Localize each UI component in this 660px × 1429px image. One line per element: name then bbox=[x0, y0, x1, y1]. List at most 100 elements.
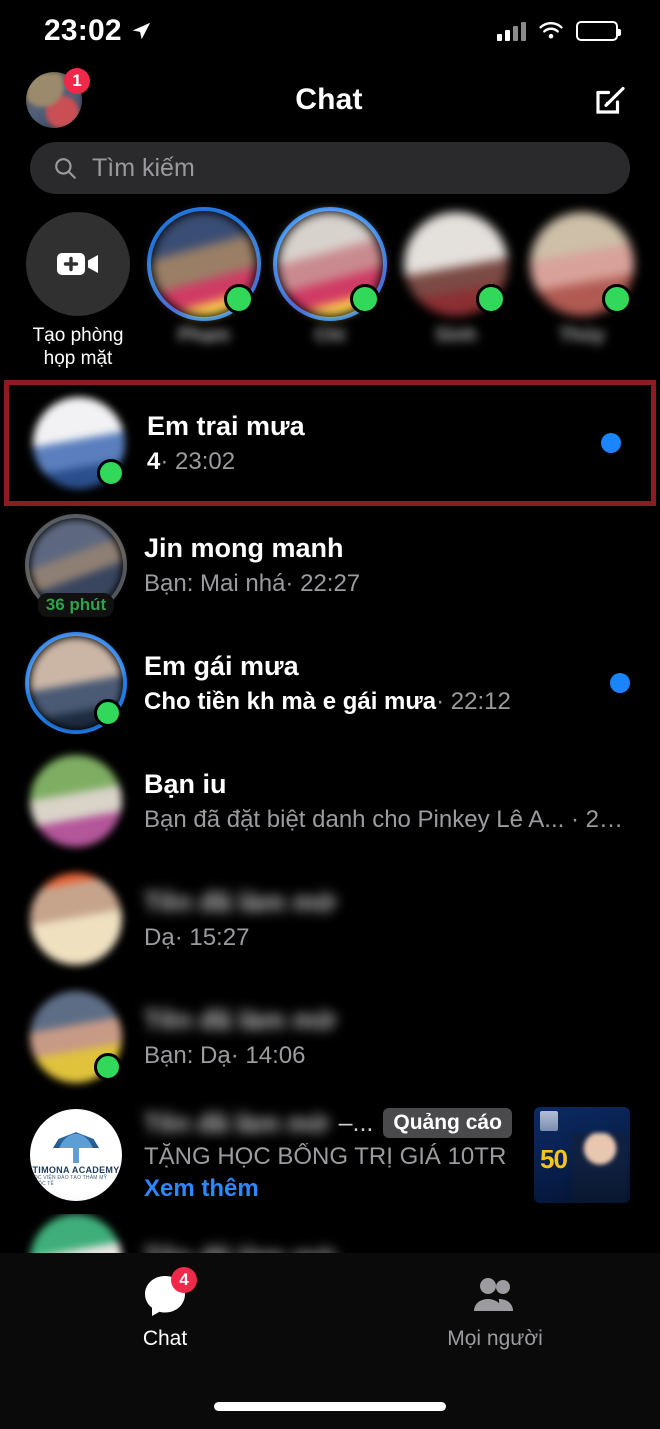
stories-row[interactable]: Tạo phòng họp mặt Phạm Chi Sinh Thủy bbox=[0, 194, 660, 380]
unread-dot bbox=[601, 433, 621, 454]
chat-preview-text: Cho tiền kh mà e gái mưa bbox=[144, 687, 437, 715]
chat-row-em-gai-mua[interactable]: Em gái mưa Cho tiền kh mà e gái mưa· 22:… bbox=[0, 624, 660, 742]
tab-people[interactable]: Mọi người bbox=[330, 1271, 660, 1351]
sponsored-cta-link[interactable]: Xem thêm bbox=[144, 1175, 512, 1203]
tab-people-label: Mọi người bbox=[447, 1327, 543, 1350]
video-plus-icon bbox=[57, 253, 98, 275]
tab-people-icon-wrap bbox=[469, 1271, 521, 1319]
home-indicator bbox=[214, 1402, 446, 1411]
thumbnail-discount-text: 50 bbox=[540, 1144, 568, 1175]
create-room-label-line2: họp mặt bbox=[43, 348, 113, 370]
online-dot bbox=[94, 699, 122, 728]
tab-chat-icon-wrap: 4 bbox=[139, 1267, 197, 1319]
chat-row-ban-iu[interactable]: Bạn iu Bạn đã đặt biệt danh cho Pinkey L… bbox=[0, 742, 660, 860]
chat-separator: · bbox=[436, 687, 445, 715]
chat-time: 22:08 bbox=[585, 805, 630, 833]
location-arrow-icon bbox=[132, 22, 150, 40]
chat-avatar bbox=[30, 873, 122, 966]
tab-chat[interactable]: 4 Chat bbox=[0, 1267, 330, 1351]
chat-separator: · bbox=[160, 447, 169, 475]
advertiser-logo-subtitle: HỌC VIỆN ĐÀO TẠO THẨM MỸ QUỐC TẾ bbox=[30, 1175, 108, 1188]
people-icon bbox=[474, 1278, 513, 1311]
chat-row-text: Tên đã làm mờ Bạn: Dạ· 14:06 bbox=[144, 1005, 630, 1070]
chat-separator: · bbox=[285, 569, 294, 597]
create-room-button[interactable]: Tạo phòng họp mặt bbox=[26, 212, 130, 370]
story-item[interactable]: Sinh bbox=[404, 212, 508, 347]
advertiser-name: Tên đã làm mờ bbox=[144, 1107, 329, 1138]
search-bar-container: Tìm kiếm bbox=[0, 138, 660, 194]
chat-preview: Bạn: Mai nhá· 22:27 bbox=[144, 570, 630, 598]
story-label: Sinh bbox=[435, 325, 477, 346]
story-item[interactable]: Thủy bbox=[530, 212, 634, 347]
sponsored-header: Tên đã làm mờ –... Quảng cáo bbox=[144, 1108, 512, 1139]
thumbnail-person-image bbox=[572, 1133, 628, 1204]
chat-row-blurred-1[interactable]: Tên đã làm mờ Dạ· 15:27 bbox=[0, 860, 660, 978]
app-header: 1 Chat bbox=[0, 62, 660, 138]
story-label: Thủy bbox=[559, 325, 605, 346]
chat-time: 23:02 bbox=[175, 447, 236, 475]
chat-separator: · bbox=[230, 1041, 239, 1069]
sponsored-row[interactable]: TIMONA ACADEMY HỌC VIỆN ĐÀO TẠO THẨM MỸ … bbox=[0, 1096, 660, 1214]
status-right bbox=[497, 21, 621, 41]
chat-unread-count: 4 bbox=[147, 447, 161, 475]
search-input[interactable]: Tìm kiếm bbox=[30, 142, 630, 194]
status-left: 23:02 bbox=[44, 14, 152, 48]
sponsored-text: Tên đã làm mờ –... Quảng cáo TẶNG HỌC BỔ… bbox=[144, 1108, 512, 1203]
advertiser-logo: TIMONA ACADEMY HỌC VIỆN ĐÀO TẠO THẨM MỸ … bbox=[30, 1109, 122, 1202]
chat-avatar bbox=[25, 632, 127, 735]
online-dot bbox=[350, 284, 380, 314]
chat-list: Em trai mưa 4· 23:02 36 phút Jin mong ma… bbox=[0, 380, 660, 1307]
create-room-label-line1: Tạo phòng bbox=[32, 325, 124, 346]
search-icon bbox=[55, 158, 76, 179]
search-placeholder: Tìm kiếm bbox=[92, 153, 195, 182]
chat-avatar bbox=[30, 991, 122, 1084]
chat-row-em-trai-mua[interactable]: Em trai mưa 4· 23:02 bbox=[4, 380, 656, 507]
chat-name: Bạn iu bbox=[144, 768, 227, 799]
chat-preview-text: Bạn: Mai nhá bbox=[144, 569, 286, 597]
profile-avatar[interactable]: 1 bbox=[26, 68, 90, 128]
chat-time: 22:27 bbox=[300, 569, 361, 597]
chat-avatar bbox=[30, 755, 122, 848]
story-avatar bbox=[273, 207, 387, 321]
chat-separator: · bbox=[570, 805, 579, 833]
story-item[interactable]: Chi bbox=[273, 207, 387, 347]
chat-row-text: Jin mong manh Bạn: Mai nhá· 22:27 bbox=[144, 533, 630, 598]
chat-preview: Bạn: Dạ· 14:06 bbox=[144, 1042, 630, 1070]
unread-dot bbox=[610, 673, 630, 694]
logo-mark-icon bbox=[53, 1132, 99, 1164]
chat-row-blurred-2[interactable]: Tên đã làm mờ Bạn: Dạ· 14:06 bbox=[0, 978, 660, 1096]
chat-preview-text: Bạn: Dạ bbox=[144, 1041, 231, 1069]
compose-icon[interactable] bbox=[590, 80, 630, 120]
chat-row-text: Em gái mưa Cho tiền kh mà e gái mưa· 22:… bbox=[144, 651, 578, 716]
bottom-tab-bar: 4 Chat Mọi người bbox=[0, 1253, 660, 1429]
avatar-photo bbox=[30, 873, 122, 966]
chat-preview: Bạn đã đặt biệt danh cho Pinkey Lê A... … bbox=[144, 806, 630, 834]
chat-preview: Dạ· 15:27 bbox=[144, 924, 630, 952]
page-title: Chat bbox=[295, 83, 363, 116]
online-dot bbox=[476, 284, 506, 314]
chat-name: Tên đã làm mờ bbox=[144, 886, 336, 917]
sponsored-dash: –... bbox=[338, 1108, 374, 1137]
story-item[interactable]: Phạm bbox=[147, 207, 261, 347]
chat-time: 15:27 bbox=[189, 923, 250, 951]
chat-preview: Cho tiền kh mà e gái mưa· 22:12 bbox=[144, 688, 578, 716]
tab-chat-badge: 4 bbox=[171, 1267, 197, 1293]
chat-avatar: 36 phút bbox=[25, 514, 127, 618]
chat-time: 22:12 bbox=[450, 687, 511, 715]
story-label: Phạm bbox=[178, 325, 230, 346]
sponsored-thumbnail[interactable]: 50 bbox=[534, 1107, 630, 1204]
chat-row-jin-mong-manh[interactable]: 36 phút Jin mong manh Bạn: Mai nhá· 22:2… bbox=[0, 506, 660, 624]
story-avatar bbox=[530, 212, 634, 316]
create-room-circle bbox=[26, 212, 130, 316]
avatar-photo bbox=[30, 755, 122, 848]
chat-name: Jin mong manh bbox=[144, 532, 344, 563]
chat-preview-text: Dạ bbox=[144, 923, 175, 951]
online-dot bbox=[97, 459, 125, 488]
chat-row-text: Bạn iu Bạn đã đặt biệt danh cho Pinkey L… bbox=[144, 769, 630, 834]
create-room-label: Tạo phòng họp mặt bbox=[26, 324, 130, 370]
sponsored-body: TẶNG HỌC BỔNG TRỊ GIÁ 10TR bbox=[144, 1142, 507, 1170]
chat-avatar bbox=[33, 397, 125, 490]
thumbnail-logo-icon bbox=[540, 1111, 558, 1132]
chat-preview-text: Bạn đã đặt biệt danh cho Pinkey Lê A... bbox=[144, 805, 565, 833]
chat-separator: · bbox=[174, 923, 183, 951]
